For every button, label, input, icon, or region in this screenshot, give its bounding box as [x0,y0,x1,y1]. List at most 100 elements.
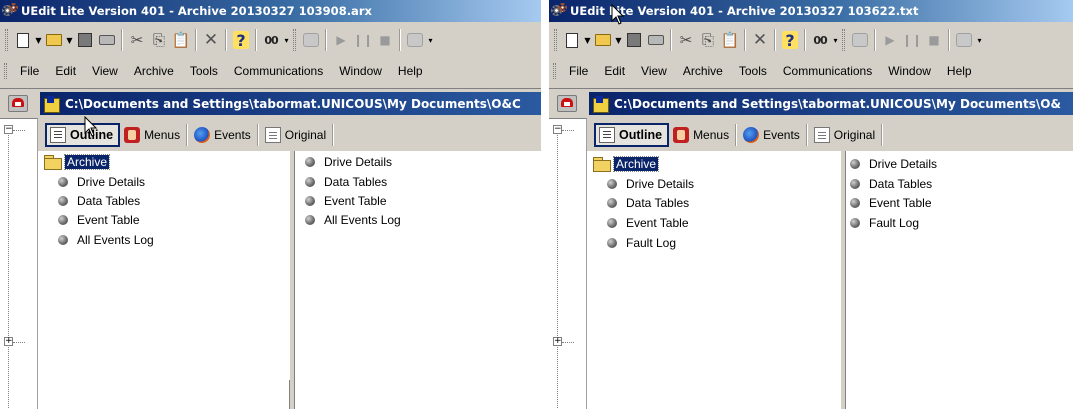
menubar-grip[interactable] [553,63,556,79]
tree-item[interactable]: Drive Details [607,174,694,193]
tab-outline[interactable]: Outline [45,122,121,147]
menu-window[interactable]: Window [880,61,939,81]
paste-icon[interactable]: 📋 [719,29,741,51]
menu-help[interactable]: Help [390,61,431,81]
pause-icon[interactable]: ❙❙ [352,29,374,51]
menu-help[interactable]: Help [939,61,980,81]
tab-menus[interactable]: Menus [669,123,733,147]
list-item[interactable]: Drive Details [305,152,392,171]
tree-item[interactable]: Event Table [58,210,140,229]
cut-icon[interactable]: ✂ [126,29,148,51]
device-icon[interactable] [404,29,426,51]
bullet-icon [850,158,860,169]
list-item[interactable]: All Events Log [305,210,401,229]
menu-archive[interactable]: Archive [126,61,182,81]
tab-menus[interactable]: Menus [120,123,184,147]
new-file-icon[interactable] [561,29,583,51]
toolbar-overflow-icon[interactable]: ▾ [282,29,291,51]
toolbar-grip[interactable] [842,29,845,51]
menu-file[interactable]: File [12,61,47,81]
delete-icon[interactable]: ✕ [200,29,222,51]
open-dropdown-arrow-icon[interactable]: ▼ [65,29,74,51]
app-gear-icon[interactable] [551,3,567,19]
tree-root-archive[interactable]: Archive [593,154,660,173]
open-dropdown-arrow-icon[interactable]: ▼ [614,29,623,51]
copy-icon[interactable]: ⎘ [148,29,170,51]
help-icon[interactable]: ? [779,29,801,51]
play-icon[interactable]: ▶ [330,29,352,51]
connect-icon[interactable] [300,29,322,51]
help-icon[interactable]: ? [230,29,252,51]
open-folder-icon[interactable] [592,29,614,51]
cut-icon[interactable]: ✂ [675,29,697,51]
document-icon[interactable] [593,95,609,113]
pause-icon[interactable]: ❙❙ [901,29,923,51]
scrollbar[interactable] [289,380,294,409]
expand-node-icon[interactable]: + [4,337,13,346]
expand-node-icon[interactable]: + [553,337,562,346]
list-item[interactable]: Data Tables [850,174,932,193]
tree-item[interactable]: Fault Log [607,233,676,252]
menu-communications[interactable]: Communications [775,61,880,81]
tab-events[interactable]: Events [190,123,255,147]
find-binoculars-icon[interactable]: 00 [809,29,831,51]
menu-edit[interactable]: Edit [596,61,633,81]
device-icon[interactable] [953,29,975,51]
document-title-bar[interactable]: C:\Documents and Settings\tabormat.UNICO… [589,92,1073,115]
menu-view[interactable]: View [633,61,675,81]
menu-window[interactable]: Window [331,61,390,81]
menu-tools[interactable]: Tools [182,61,226,81]
play-icon[interactable]: ▶ [879,29,901,51]
print-icon[interactable] [96,29,118,51]
tab-original[interactable]: Original [261,123,330,147]
open-folder-icon[interactable] [43,29,65,51]
app-gear-icon[interactable] [2,3,18,19]
menubar-grip[interactable] [4,63,7,79]
save-icon[interactable] [623,29,645,51]
tree-root-archive[interactable]: Archive [44,152,111,171]
print-icon[interactable] [645,29,667,51]
paste-icon[interactable]: 📋 [170,29,192,51]
toolbar-grip[interactable] [293,29,296,51]
new-file-icon[interactable] [12,29,34,51]
tree-item[interactable]: Drive Details [58,172,145,191]
delete-icon[interactable]: ✕ [749,29,771,51]
document-icon[interactable] [44,95,60,113]
title-bar[interactable]: UEdit Lite Version 401 - Archive 2013032… [549,0,1073,22]
new-dropdown-arrow-icon[interactable]: ▼ [34,29,43,51]
drive-icon[interactable] [557,95,577,112]
toolbar-overflow-icon[interactable]: ▾ [426,29,435,51]
menu-edit[interactable]: Edit [47,61,84,81]
tree-item[interactable]: Event Table [607,213,689,232]
tree-item[interactable]: Data Tables [58,191,140,210]
tab-outline[interactable]: Outline [594,122,670,147]
menu-tools[interactable]: Tools [731,61,775,81]
menu-file[interactable]: File [561,61,596,81]
save-icon[interactable] [74,29,96,51]
list-item[interactable]: Drive Details [850,154,937,173]
list-item[interactable]: Fault Log [850,213,919,232]
toolbar-grip[interactable] [5,29,8,51]
copy-icon[interactable]: ⎘ [697,29,719,51]
menu-communications[interactable]: Communications [226,61,331,81]
find-binoculars-icon[interactable]: 00 [260,29,282,51]
stop-icon[interactable]: ■ [374,29,396,51]
toolbar-overflow-icon[interactable]: ▾ [831,29,840,51]
stop-icon[interactable]: ■ [923,29,945,51]
new-dropdown-arrow-icon[interactable]: ▼ [583,29,592,51]
title-bar[interactable]: UEdit Lite Version 401 - Archive 2013032… [0,0,541,22]
drive-icon[interactable] [8,95,28,112]
tab-events[interactable]: Events [739,123,804,147]
toolbar-grip[interactable] [554,29,557,51]
list-item[interactable]: Event Table [850,193,932,212]
tree-item[interactable]: Data Tables [607,193,689,212]
tree-item[interactable]: All Events Log [58,230,154,249]
menu-view[interactable]: View [84,61,126,81]
list-item[interactable]: Event Table [305,191,387,210]
menu-archive[interactable]: Archive [675,61,731,81]
list-item[interactable]: Data Tables [305,172,387,191]
toolbar-overflow-icon[interactable]: ▾ [975,29,984,51]
tab-original[interactable]: Original [810,123,879,147]
connect-icon[interactable] [849,29,871,51]
document-title-bar[interactable]: C:\Documents and Settings\tabormat.UNICO… [40,92,541,115]
